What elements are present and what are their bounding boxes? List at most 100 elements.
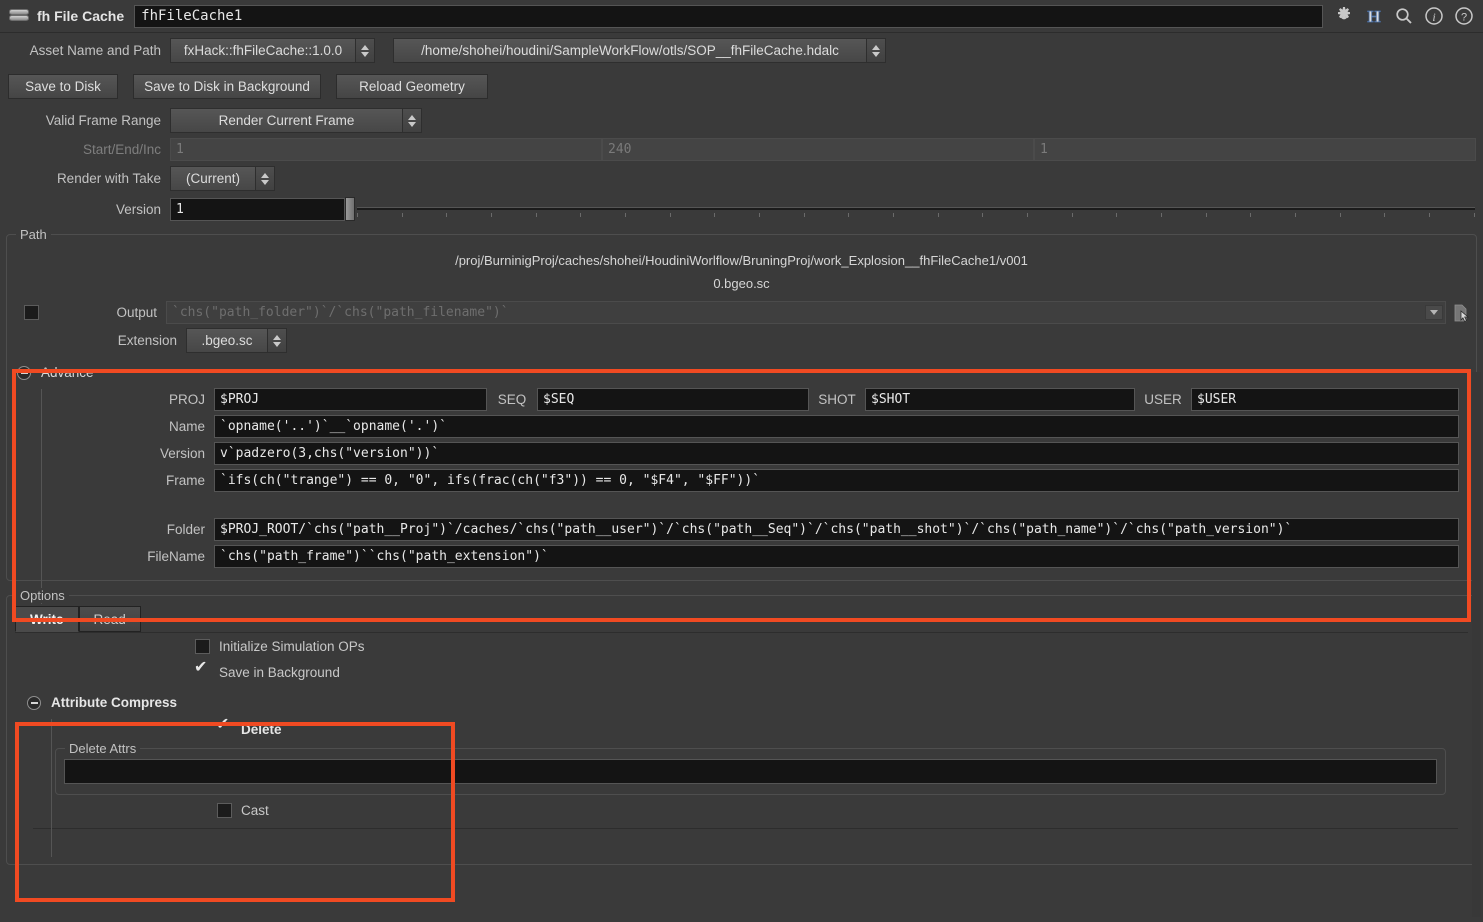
- version-slider-handle[interactable]: [345, 197, 355, 221]
- delete-row: Delete: [7, 716, 1476, 742]
- attribute-compress-collapse-header[interactable]: Attribute Compress: [7, 689, 1476, 716]
- start-end-inc-label: Start/End/Inc: [82, 142, 161, 157]
- attribute-compress-indent-rule: [51, 719, 52, 857]
- shot-input[interactable]: $SHOT: [865, 388, 1135, 411]
- version-input[interactable]: 1: [170, 197, 345, 221]
- asset-name-stepper[interactable]: [355, 39, 374, 62]
- filename-input[interactable]: `chs("path_frame")``chs("path_extension"…: [214, 545, 1459, 568]
- asset-path-value: /home/shohei/houdini/SampleWorkFlow/otls…: [421, 43, 839, 58]
- save-in-background-row: Save in Background: [7, 659, 1476, 685]
- houdini-h-icon[interactable]: H: [1361, 3, 1387, 29]
- version-row: Version 1: [0, 194, 1483, 224]
- delete-checkbox[interactable]: [216, 717, 232, 737]
- advance-version-input[interactable]: v`padzero(3,chs("version"))`: [214, 442, 1459, 465]
- start-end-inc-row: Start/End/Inc 1 240 1: [0, 136, 1483, 163]
- user-input[interactable]: $USER: [1191, 388, 1459, 411]
- frame-end-input[interactable]: 240: [602, 138, 1034, 161]
- asset-path-dropdown[interactable]: /home/shohei/houdini/SampleWorkFlow/otls…: [393, 38, 886, 63]
- file-browser-icon[interactable]: [1446, 303, 1476, 323]
- save-in-background-label: Save in Background: [219, 664, 340, 680]
- node-name-value: fhFileCache1: [141, 8, 243, 24]
- asset-name-and-path-row: Asset Name and Path fxHack::fhFileCache:…: [0, 33, 1483, 68]
- tab-read[interactable]: Read: [78, 606, 141, 632]
- vertical-scrollbar[interactable]: [1472, 372, 1481, 917]
- output-row: Output `chs("path_folder")`/`chs("path_f…: [7, 299, 1476, 326]
- valid-frame-range-dropdown[interactable]: Render Current Frame: [170, 108, 422, 133]
- options-group: Options Write Read Initialize Simulation…: [6, 588, 1477, 865]
- node-titlebar: fh File Cache fhFileCache1 H i ?: [0, 0, 1483, 33]
- asset-label: Asset Name and Path: [29, 43, 161, 58]
- node-type-icon: [8, 8, 30, 24]
- save-to-disk-background-button[interactable]: Save to Disk in Background: [133, 74, 321, 99]
- filename-row: FileName `chs("path_frame")``chs("path_e…: [7, 543, 1476, 574]
- proj-label: PROJ: [168, 392, 205, 407]
- version-slider-ticks: [357, 213, 1475, 218]
- extension-row: Extension .bgeo.sc: [7, 326, 1476, 355]
- advance-title: Advance: [41, 365, 94, 380]
- name-label: Name: [168, 419, 205, 434]
- asset-name-dropdown[interactable]: fxHack::fhFileCache::1.0.0: [170, 38, 375, 63]
- gear-icon[interactable]: [1331, 3, 1357, 29]
- search-icon[interactable]: [1391, 3, 1417, 29]
- path-group-title: Path: [16, 227, 51, 242]
- initialize-simulation-ops-row: Initialize Simulation OPs: [7, 633, 1476, 659]
- chevron-down-icon[interactable]: [1425, 305, 1443, 320]
- frame-start-input[interactable]: 1: [170, 138, 602, 161]
- tab-write[interactable]: Write: [15, 606, 79, 632]
- valid-frame-range-stepper[interactable]: [402, 109, 421, 132]
- delete-attrs-input[interactable]: [64, 759, 1437, 784]
- options-group-title: Options: [16, 588, 69, 603]
- info-icon[interactable]: i: [1421, 3, 1447, 29]
- frame-label: Frame: [165, 473, 205, 488]
- save-in-background-checkbox[interactable]: [194, 660, 210, 680]
- scrollbar-track[interactable]: [1472, 372, 1481, 917]
- proj-seq-shot-user-row: PROJ $PROJ SEQ $SEQ SHOT $SHOT USER $USE…: [7, 386, 1476, 413]
- initialize-simulation-ops-checkbox[interactable]: [195, 638, 210, 654]
- reload-geometry-button[interactable]: Reload Geometry: [336, 74, 488, 99]
- node-type-label: fh File Cache: [37, 8, 125, 24]
- asset-name-value: fxHack::fhFileCache::1.0.0: [183, 43, 343, 58]
- version-slider[interactable]: [345, 196, 1475, 222]
- valid-frame-range-row: Valid Frame Range Render Current Frame: [0, 105, 1483, 136]
- folder-label: Folder: [166, 522, 205, 537]
- seq-input[interactable]: $SEQ: [537, 388, 809, 411]
- render-with-take-dropdown[interactable]: (Current): [170, 166, 275, 191]
- render-with-take-stepper[interactable]: [255, 167, 274, 190]
- attribute-compress-section: Attribute Compress Delete Delete Attrs C…: [7, 689, 1476, 857]
- frame-inc-input[interactable]: 1: [1034, 138, 1476, 161]
- delete-label: Delete: [241, 721, 282, 737]
- output-input[interactable]: `chs("path_folder")`/`chs("path_filename…: [166, 301, 1446, 324]
- extension-dropdown[interactable]: .bgeo.sc: [186, 328, 287, 353]
- options-tabs: Write Read: [7, 606, 1476, 632]
- name-input[interactable]: `opname('..')`__`opname('.')`: [214, 415, 1459, 438]
- save-to-disk-button[interactable]: Save to Disk: [8, 74, 118, 99]
- advance-indent-rule: [41, 389, 42, 604]
- frame-row: Frame `ifs(ch("trange") == 0, "0", ifs(f…: [7, 467, 1476, 494]
- frame-input[interactable]: `ifs(ch("trange") == 0, "0", ifs(frac(ch…: [214, 469, 1459, 492]
- advance-version-label: Version: [159, 446, 205, 461]
- version-slider-track: [357, 207, 1475, 210]
- extension-stepper[interactable]: [267, 329, 286, 352]
- help-icon[interactable]: ?: [1451, 3, 1477, 29]
- output-value: `chs("path_folder")`/`chs("path_filename…: [172, 305, 509, 320]
- output-enable-checkbox[interactable]: [24, 305, 39, 320]
- valid-frame-range-label: Valid Frame Range: [45, 113, 161, 128]
- filename-label: FileName: [147, 549, 205, 564]
- asset-path-stepper[interactable]: [866, 39, 885, 62]
- node-name-input[interactable]: fhFileCache1: [134, 4, 1323, 28]
- path-group: Path /proj/BurninigProj/caches/shohei/Ho…: [6, 227, 1477, 604]
- collapse-minus-icon[interactable]: [27, 695, 41, 710]
- cast-checkbox[interactable]: [217, 803, 232, 818]
- valid-frame-range-value: Render Current Frame: [218, 113, 355, 128]
- action-button-row: Save to Disk Save to Disk in Background …: [0, 68, 1483, 105]
- extension-label: Extension: [117, 333, 177, 348]
- svg-text:H: H: [1367, 7, 1380, 26]
- render-with-take-row: Render with Take (Current): [0, 163, 1483, 194]
- collapse-minus-icon[interactable]: [17, 365, 31, 380]
- advance-collapse-header[interactable]: Advance: [7, 359, 1476, 386]
- version-label: Version: [115, 201, 161, 217]
- folder-input[interactable]: $PROJ_ROOT/`chs("path__Proj")`/caches/`c…: [214, 518, 1459, 541]
- render-with-take-label: Render with Take: [56, 171, 161, 186]
- proj-input[interactable]: $PROJ: [214, 388, 487, 411]
- attribute-compress-title: Attribute Compress: [51, 695, 178, 710]
